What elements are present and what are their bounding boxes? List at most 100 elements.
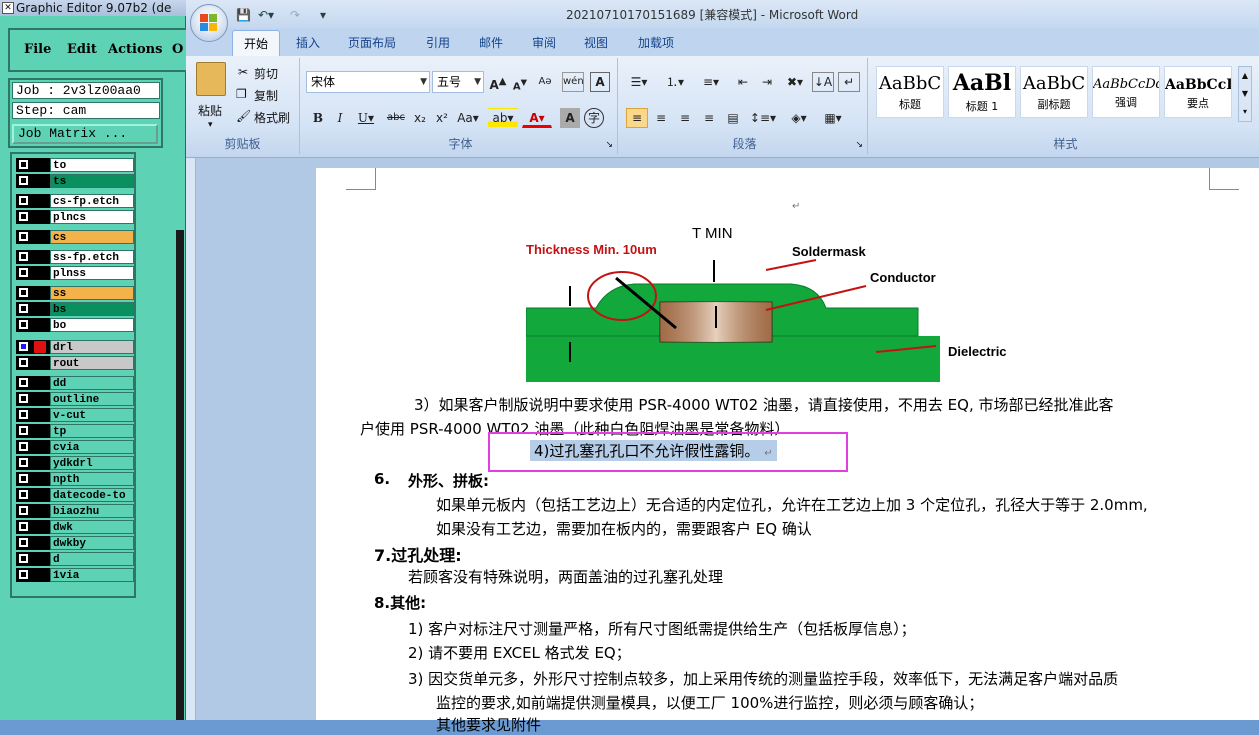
undo-icon[interactable]: ↶▾ <box>258 7 274 23</box>
layer-checkbox[interactable] <box>19 458 28 467</box>
justify-icon[interactable]: ≡ <box>698 108 720 128</box>
office-button[interactable] <box>190 4 228 42</box>
distribute-icon[interactable]: ▤ <box>722 108 744 128</box>
align-left-icon[interactable]: ≡ <box>626 108 648 128</box>
layer-row-npth[interactable]: npth <box>16 472 134 486</box>
style-item[interactable]: AaBl 标题 1 <box>948 66 1016 118</box>
layer-checkbox[interactable] <box>19 570 28 579</box>
layer-checkbox[interactable] <box>19 410 28 419</box>
document-page[interactable]: ↵ T MIN Thickness Min. 10um Soldermask C… <box>316 168 1259 734</box>
layer-row-rout[interactable]: rout <box>16 356 134 370</box>
layer-name[interactable]: 1via <box>50 568 134 582</box>
layer-row-drl[interactable]: drl <box>16 340 134 354</box>
layer-row-ts[interactable]: ts <box>16 174 134 188</box>
increase-indent-icon[interactable]: ⇥ <box>756 72 778 92</box>
layer-name[interactable]: cvia <box>50 440 134 454</box>
subscript-icon[interactable]: x₂ <box>410 108 430 128</box>
borders-icon[interactable]: ▦▾ <box>818 108 848 128</box>
clear-format-icon[interactable]: Aə <box>534 72 556 92</box>
layer-row-cs[interactable]: cs <box>16 230 134 244</box>
layer-checkbox[interactable] <box>19 232 28 241</box>
tab-insert[interactable]: 插入 <box>296 34 320 51</box>
layer-name[interactable]: dwk <box>50 520 134 534</box>
layer-checkbox[interactable] <box>19 378 28 387</box>
layer-checkbox[interactable] <box>19 320 28 329</box>
paste-dropdown-icon[interactable]: ▾ <box>208 120 213 130</box>
redo-icon[interactable]: ↷ <box>290 7 300 23</box>
font-dialog-launcher-icon[interactable]: ↘ <box>605 140 613 150</box>
layer-row-bo[interactable]: bo <box>16 318 134 332</box>
shrink-font-icon[interactable]: A▼ <box>510 72 530 92</box>
layer-checkbox[interactable] <box>19 252 28 261</box>
bullets-icon[interactable]: ☰▾ <box>624 72 654 92</box>
font-color-icon[interactable]: A▾ <box>522 108 552 128</box>
shading-icon[interactable]: ◈▾ <box>784 108 814 128</box>
layer-checkbox[interactable] <box>19 212 28 221</box>
layer-row-outline[interactable]: outline <box>16 392 134 406</box>
save-icon[interactable]: 💾 <box>236 7 251 23</box>
layer-row-bs[interactable]: bs <box>16 302 134 316</box>
tab-addins[interactable]: 加载项 <box>638 34 674 51</box>
paste-label[interactable]: 粘贴 <box>198 102 222 119</box>
align-right-icon[interactable]: ≡ <box>674 108 696 128</box>
layer-name[interactable]: drl <box>50 340 134 354</box>
highlight-icon[interactable]: ab▾ <box>488 108 518 128</box>
style-item[interactable]: AaBbCcDd 强调 <box>1092 66 1160 118</box>
layer-checkbox[interactable] <box>19 342 28 351</box>
layer-row-dwkby[interactable]: dwkby <box>16 536 134 550</box>
layer-checkbox[interactable] <box>19 288 28 297</box>
layer-checkbox[interactable] <box>19 358 28 367</box>
layer-name[interactable]: d <box>50 552 134 566</box>
menu-edit[interactable]: Edit <box>67 42 97 57</box>
font-name-dropdown[interactable]: 宋体 ▼ <box>306 71 430 93</box>
layer-row-d[interactable]: d <box>16 552 134 566</box>
layer-checkbox[interactable] <box>19 490 28 499</box>
layer-name[interactable]: plncs <box>50 210 134 224</box>
layer-row-datecode-to[interactable]: datecode-to <box>16 488 134 502</box>
superscript-icon[interactable]: x² <box>432 108 452 128</box>
layer-row-dd[interactable]: dd <box>16 376 134 390</box>
layer-name[interactable]: outline <box>50 392 134 406</box>
layer-checkbox[interactable] <box>19 196 28 205</box>
layer-name[interactable]: bs <box>50 302 134 316</box>
layer-name[interactable]: cs-fp.etch <box>50 194 134 208</box>
char-border-icon[interactable]: A <box>590 72 610 92</box>
numbering-icon[interactable]: ⒈▾ <box>660 72 690 92</box>
tab-home[interactable]: 开始 <box>232 30 281 56</box>
asian-layout-icon[interactable]: ✖▾ <box>782 72 808 92</box>
layer-checkbox[interactable] <box>19 554 28 563</box>
layer-row-ydkdrl[interactable]: ydkdrl <box>16 456 134 470</box>
styles-scroll-icon[interactable]: ▲ ▼ ▾ <box>1238 66 1252 122</box>
layer-checkbox[interactable] <box>19 304 28 313</box>
layer-checkbox[interactable] <box>19 176 28 185</box>
sort-icon[interactable]: ↓A <box>812 72 834 92</box>
change-case-icon[interactable]: Aa▾ <box>454 108 482 128</box>
layer-name[interactable]: ss <box>50 286 134 300</box>
layer-row-dwk[interactable]: dwk <box>16 520 134 534</box>
paragraph-dialog-launcher-icon[interactable]: ↘ <box>855 140 863 150</box>
menu-options[interactable]: O <box>172 42 183 57</box>
bold-icon[interactable]: B <box>308 108 328 128</box>
layer-row-ss[interactable]: ss <box>16 286 134 300</box>
layer-name[interactable]: npth <box>50 472 134 486</box>
phonetic-guide-icon[interactable]: wén <box>562 72 584 92</box>
style-item[interactable]: AaBbCcD 要点 <box>1164 66 1232 118</box>
layer-row-tp[interactable]: tp <box>16 424 134 438</box>
layer-name[interactable]: v-cut <box>50 408 134 422</box>
layer-row-1via[interactable]: 1via <box>16 568 134 582</box>
layer-name[interactable]: dd <box>50 376 134 390</box>
tab-mailings[interactable]: 邮件 <box>479 34 503 51</box>
menu-file[interactable]: File <box>24 42 51 57</box>
layer-row-to[interactable]: to <box>16 158 134 172</box>
layer-name[interactable]: ss-fp.etch <box>50 250 134 264</box>
layer-checkbox[interactable] <box>19 538 28 547</box>
layer-checkbox[interactable] <box>19 394 28 403</box>
tab-review[interactable]: 审阅 <box>532 34 556 51</box>
layer-checkbox[interactable] <box>19 506 28 515</box>
format-painter-button[interactable]: 格式刷 <box>254 109 290 126</box>
layer-name[interactable]: dwkby <box>50 536 134 550</box>
show-marks-icon[interactable]: ↵ <box>838 72 860 92</box>
paste-icon[interactable] <box>196 62 226 96</box>
tab-page-layout[interactable]: 页面布局 <box>348 34 396 51</box>
line-spacing-icon[interactable]: ↕≡▾ <box>748 108 778 128</box>
